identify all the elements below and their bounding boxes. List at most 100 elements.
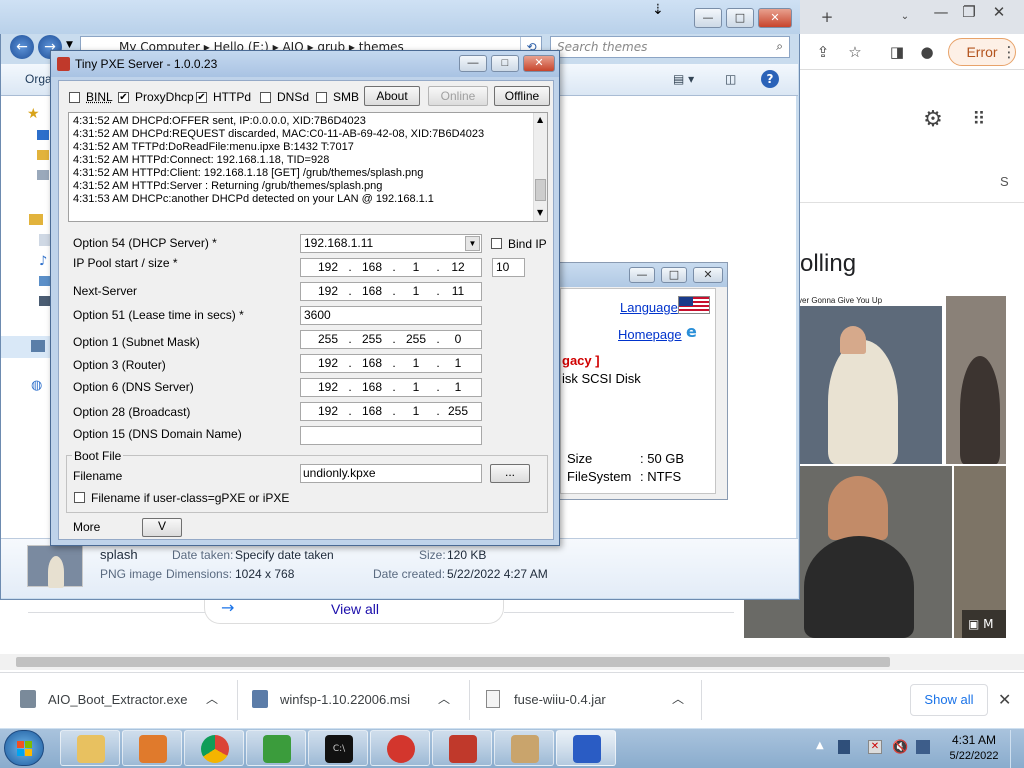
scrollbar-thumb[interactable] — [16, 657, 890, 667]
pictures-icon[interactable] — [39, 276, 50, 286]
scroll-up-icon[interactable]: ▲ — [537, 115, 543, 124]
apps-grid-icon[interactable]: ⠿ — [966, 108, 992, 132]
close-button[interactable]: ✕ — [758, 8, 792, 28]
bindip-checkbox[interactable] — [491, 238, 502, 249]
taskbar-ccleaner[interactable] — [370, 730, 430, 766]
network-icon[interactable]: ◍ — [31, 378, 42, 393]
us-flag-icon[interactable] — [678, 296, 710, 314]
scrollbar-thumb[interactable] — [535, 179, 546, 201]
userclass-checkbox[interactable] — [74, 492, 85, 503]
close-button[interactable]: ✕ — [693, 267, 723, 283]
option3-input[interactable]: 192. 168. 1. 1 — [300, 354, 482, 373]
show-desktop-button[interactable] — [1010, 730, 1024, 768]
filename-input[interactable]: undionly.kpxe — [300, 464, 482, 483]
option6-input[interactable]: 192. 168. 1. 1 — [300, 378, 482, 397]
help-icon[interactable]: ? — [761, 70, 779, 88]
horizontal-scrollbar[interactable] — [0, 654, 1024, 670]
image-overlay[interactable]: ▣ M — [962, 610, 1006, 638]
restore-icon[interactable]: ❐ — [956, 0, 982, 24]
downloads-icon[interactable] — [37, 150, 49, 160]
view-options-icon[interactable]: ▤ ▾ — [673, 72, 694, 86]
proxydhcp-label[interactable]: ProxyDhcp — [135, 90, 194, 104]
option1-input[interactable]: 255. 255. 255. 0 — [300, 330, 482, 349]
log-box[interactable]: 4:31:52 AM DHCPd:OFFER sent, IP:0.0.0.0,… — [68, 112, 548, 222]
log-scrollbar[interactable]: ▲ ▼ — [533, 113, 547, 221]
maximize-button[interactable]: □ — [661, 267, 687, 283]
organize-menu[interactable]: Orga — [25, 72, 52, 86]
clock-time[interactable]: 4:31 AM — [946, 733, 1002, 747]
taskbar-chrome[interactable] — [184, 730, 244, 766]
taskbar-media-player[interactable] — [122, 730, 182, 766]
scroll-down-icon[interactable]: ▼ — [537, 208, 543, 217]
option54-select[interactable]: 192.168.1.11 ▼ — [300, 234, 482, 253]
volume-icon[interactable]: 🔇 — [892, 740, 908, 755]
homepage-link[interactable]: Homepage — [618, 327, 682, 342]
videos-icon[interactable] — [39, 296, 50, 306]
next-server-input[interactable]: 192. 168. 1. 11 — [300, 282, 482, 301]
bookmark-star-icon[interactable]: ☆ — [842, 40, 868, 64]
offline-button[interactable]: Offline — [494, 86, 550, 106]
httpd-label[interactable]: HTTPd — [213, 90, 251, 104]
minimize-icon[interactable]: — — [928, 0, 954, 24]
date-taken-value[interactable]: Specify date taken — [235, 548, 334, 562]
settings-gear-icon[interactable]: ⚙ — [920, 108, 946, 132]
close-button[interactable]: ✕ — [523, 55, 555, 72]
taskbar-cmd[interactable]: C:\ — [308, 730, 368, 766]
binl-label[interactable]: BINL — [86, 90, 113, 104]
option51-input[interactable]: 3600 — [300, 306, 482, 325]
option28-input[interactable]: 192. 168. 1. 255 — [300, 402, 482, 421]
display-tray-icon[interactable] — [916, 740, 930, 754]
preview-pane-icon[interactable]: ◫ — [725, 72, 736, 86]
taskbar-idm[interactable] — [246, 730, 306, 766]
taskbar-explorer[interactable] — [60, 730, 120, 766]
online-button[interactable]: Online — [428, 86, 488, 106]
close-download-bar-icon[interactable]: ✕ — [998, 690, 1011, 709]
libraries-icon[interactable] — [29, 214, 43, 225]
binl-checkbox[interactable] — [69, 92, 80, 103]
maximize-button[interactable]: □ — [726, 8, 754, 28]
back-arrow-icon[interactable]: ← — [10, 35, 34, 59]
desktop-icon[interactable] — [37, 130, 49, 140]
language-link[interactable]: Language — [620, 300, 678, 315]
userclass-label[interactable]: Filename if user-class=gPXE or iPXE — [91, 491, 289, 505]
share-icon[interactable]: ⇪ — [810, 40, 836, 64]
ip-pool-start-input[interactable]: 192. 168. 1. 12 — [300, 258, 482, 277]
dnsd-label[interactable]: DNSd — [277, 90, 309, 104]
video-thumbnail[interactable] — [800, 306, 942, 464]
side-panel-icon[interactable]: ◨ — [884, 40, 910, 64]
show-all-button[interactable]: Show all — [910, 684, 988, 716]
menu-kebab-icon[interactable]: ⋮ — [996, 40, 1022, 64]
taskbar-tiny-pxe[interactable] — [556, 730, 616, 766]
profile-icon[interactable]: ● — [914, 40, 940, 64]
close-icon[interactable]: ✕ — [986, 0, 1012, 24]
clock-date[interactable]: 5/22/2022 — [944, 750, 1004, 762]
about-button[interactable]: About — [364, 86, 420, 106]
smb-checkbox[interactable] — [316, 92, 327, 103]
recent-places-icon[interactable] — [37, 170, 49, 180]
option15-input[interactable] — [300, 426, 482, 445]
chevron-up-icon[interactable]: ︿ — [438, 690, 450, 707]
httpd-checkbox[interactable]: ✔ — [196, 92, 207, 103]
history-dropdown-icon[interactable]: ▼ — [66, 40, 73, 50]
browse-button[interactable]: ... — [490, 464, 530, 483]
internet-explorer-icon[interactable]: e — [686, 322, 697, 341]
dnsd-checkbox[interactable] — [260, 92, 271, 103]
chevron-up-icon[interactable]: ︿ — [206, 690, 218, 707]
image-thumbnail[interactable] — [946, 296, 1006, 464]
favorites-star-icon[interactable]: ★ — [27, 106, 40, 122]
start-button[interactable] — [4, 730, 44, 766]
taskbar-toolbox[interactable] — [432, 730, 492, 766]
show-hidden-icons[interactable]: ▲ — [816, 740, 824, 751]
music-icon[interactable]: ♪ — [39, 254, 47, 269]
taskbar-user-app[interactable] — [494, 730, 554, 766]
download-item[interactable]: winfsp-1.10.22006.msi ︿ — [252, 684, 462, 716]
minimize-button[interactable]: — — [694, 8, 722, 28]
chevron-down-icon[interactable]: ▼ — [465, 236, 480, 251]
search-input[interactable]: Search themes ⌕ — [550, 36, 790, 58]
new-tab-button[interactable]: + — [814, 5, 840, 29]
more-button[interactable]: V — [142, 518, 182, 537]
action-center-icon[interactable]: ✕ — [868, 740, 882, 754]
network-tray-icon[interactable] — [838, 740, 850, 754]
ip-pool-size-input[interactable]: 10 — [492, 258, 525, 277]
minimize-button[interactable]: — — [459, 55, 487, 72]
